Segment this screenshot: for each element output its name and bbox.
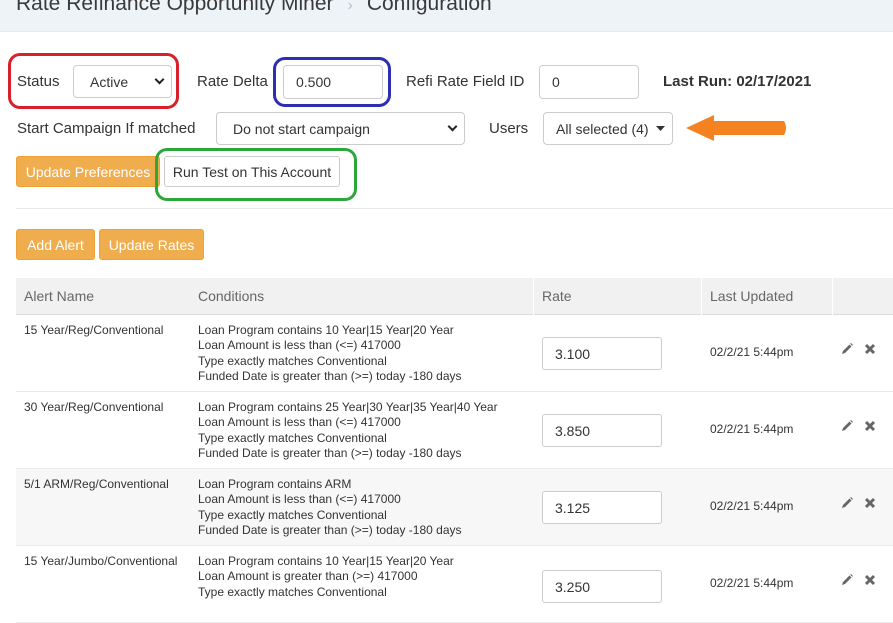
header-alert-name[interactable]: Alert Name (24, 288, 94, 304)
rate-value: 3.125 (555, 499, 591, 516)
alert-conditions: Loan Program contains 10 Year|15 Year|20… (198, 323, 462, 384)
caret-down-icon (656, 126, 665, 131)
add-alert-button[interactable]: Add Alert (16, 229, 95, 260)
alert-name: 15 Year/Jumbo/Conventional (24, 554, 178, 568)
condition-line: Type exactly matches Conventional (198, 353, 387, 368)
condition-line: Loan Amount is less than (<=) 417000 (198, 338, 401, 353)
last-run-text: Last Run: 02/17/2021 (663, 73, 812, 90)
last-updated: 02/2/21 5:44pm (710, 422, 794, 436)
condition-line: Loan Amount is greater than (>=) 417000 (198, 569, 418, 584)
column-divider (701, 278, 702, 315)
update-rates-button[interactable]: Update Rates (99, 229, 204, 260)
last-updated: 02/2/21 5:44pm (710, 345, 794, 359)
breadcrumb: Rate Refinance Opportunity Miner › Configu… (16, 0, 492, 16)
update-preferences-button[interactable]: Update Preferences (16, 156, 160, 187)
run-test-highlight-ring (155, 148, 357, 201)
condition-line: Type exactly matches Conventional (198, 430, 387, 445)
rate-input[interactable]: 3.125 (542, 491, 662, 524)
condition-line: Funded Date is greater than (>=) today -… (198, 368, 462, 383)
delete-x-icon[interactable] (863, 342, 877, 356)
condition-line: Loan Program contains 10 Year|15 Year|20… (198, 554, 454, 568)
edit-pencil-icon[interactable] (840, 342, 854, 356)
delete-x-icon[interactable] (863, 419, 877, 433)
column-divider (533, 278, 534, 315)
edit-pencil-icon[interactable] (840, 573, 854, 587)
header-last-updated[interactable]: Last Updated (710, 288, 793, 304)
campaign-value: Do not start campaign (233, 120, 370, 137)
table-row: 15 Year/Jumbo/Conventional Loan Program … (16, 546, 893, 623)
condition-line: Loan Program contains 10 Year|15 Year|20… (198, 323, 454, 337)
edit-pencil-icon[interactable] (840, 496, 854, 510)
page-header: Rate Refinance Opportunity Miner › Configu… (0, 0, 893, 32)
alert-conditions: Loan Program contains 10 Year|15 Year|20… (198, 554, 454, 600)
table-header: Alert Name Conditions Rate Last Updated (16, 278, 893, 315)
rate-input[interactable]: 3.250 (542, 570, 662, 603)
alert-conditions: Loan Program contains ARM Loan Amount is… (198, 477, 462, 538)
last-updated: 02/2/21 5:44pm (710, 499, 794, 513)
users-value: All selected (4) (556, 120, 649, 137)
breadcrumb-current: Configuration (366, 0, 492, 15)
condition-line: Loan Amount is less than (<=) 417000 (198, 415, 401, 430)
rate-value: 3.250 (555, 578, 591, 595)
table-row: 15 Year/Reg/Conventional Loan Program co… (16, 315, 893, 392)
condition-line: Funded Date is greater than (>=) today -… (198, 445, 462, 460)
rate-value: 3.850 (555, 422, 591, 439)
header-rate[interactable]: Rate (542, 288, 572, 304)
condition-line: Loan Amount is less than (<=) 417000 (198, 492, 401, 507)
breadcrumb-parent[interactable]: Rate Refinance Opportunity Miner (16, 0, 334, 15)
alert-name: 30 Year/Reg/Conventional (24, 400, 164, 414)
table-row: 30 Year/Reg/Conventional Loan Program co… (16, 392, 893, 469)
condition-line: Funded Date is greater than (>=) today -… (198, 522, 462, 537)
table-row: 5/1 ARM/Reg/Conventional Loan Program co… (16, 469, 893, 546)
annotation-arrow-icon (686, 115, 786, 141)
campaign-select[interactable]: Do not start campaign (216, 112, 465, 145)
alert-conditions: Loan Program contains 25 Year|30 Year|35… (198, 400, 498, 461)
last-updated: 02/2/21 5:44pm (710, 576, 794, 590)
chevron-down-icon (447, 121, 458, 131)
alert-name: 5/1 ARM/Reg/Conventional (24, 477, 169, 491)
users-label: Users (489, 120, 529, 137)
delete-x-icon[interactable] (863, 496, 877, 510)
alerts-table: Alert Name Conditions Rate Last Updated … (16, 278, 893, 623)
condition-line: Type exactly matches Conventional (198, 584, 387, 599)
rate-input[interactable]: 3.100 (542, 337, 662, 370)
section-divider (16, 208, 893, 209)
condition-line: Loan Program contains ARM (198, 477, 352, 491)
alert-name: 15 Year/Reg/Conventional (24, 323, 164, 337)
rate-value: 3.100 (555, 345, 591, 362)
breadcrumb-separator: › (347, 0, 353, 14)
rate-delta-highlight-ring (273, 57, 391, 107)
condition-line: Type exactly matches Conventional (198, 507, 387, 522)
edit-pencil-icon[interactable] (840, 419, 854, 433)
refi-field-value: 0 (552, 74, 560, 90)
header-conditions[interactable]: Conditions (198, 288, 264, 304)
refi-field-input[interactable]: 0 (539, 65, 639, 99)
users-select[interactable]: All selected (4) (543, 112, 673, 145)
refi-field-label: Refi Rate Field ID (406, 73, 525, 90)
campaign-label: Start Campaign If matched (17, 120, 196, 137)
rate-delta-label: Rate Delta (197, 73, 268, 90)
status-highlight-ring (8, 53, 179, 109)
condition-line: Loan Program contains 25 Year|30 Year|35… (198, 400, 498, 414)
rate-input[interactable]: 3.850 (542, 414, 662, 447)
delete-x-icon[interactable] (863, 573, 877, 587)
column-divider (832, 278, 833, 315)
